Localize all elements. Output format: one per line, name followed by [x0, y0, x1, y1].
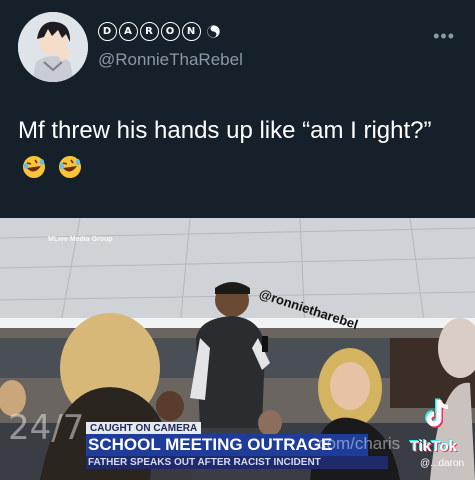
- tweet-card: D A R O N @RonnieThaRebel ••• Mf threw h…: [0, 0, 475, 218]
- display-name-letters: D A R O N: [98, 22, 201, 41]
- video-frame[interactable]: MLive Media Group @ronnietharebel 24/7 C…: [0, 218, 475, 480]
- display-name[interactable]: D A R O N: [98, 22, 220, 41]
- tweet-text: Mf threw his hands up like “am I right?”: [18, 112, 458, 188]
- more-icon[interactable]: •••: [433, 26, 455, 47]
- avatar[interactable]: [18, 12, 88, 82]
- laughing-emoji-icon: [23, 156, 45, 178]
- user-handle[interactable]: @RonnieThaRebel: [98, 50, 243, 70]
- tiktok-logo-icon: [425, 398, 449, 428]
- tweet-body: Mf threw his hands up like “am I right?”: [18, 117, 432, 144]
- laughing-emoji-icon: [58, 156, 81, 178]
- channel-overlay-text: 24/7: [8, 408, 85, 448]
- name-letter: R: [140, 22, 159, 41]
- url-watermark: com/charis: [318, 434, 401, 453]
- news-subheadline: FATHER SPEAKS OUT AFTER RACIST INCIDENT: [86, 456, 388, 469]
- name-letter: N: [182, 22, 201, 41]
- source-label: MLive Media Group: [48, 236, 113, 243]
- name-letter: D: [98, 22, 117, 41]
- tiktok-label: TikTok: [410, 438, 457, 455]
- name-letter: A: [119, 22, 138, 41]
- tiktok-username: @...daron: [420, 458, 465, 469]
- yin-yang-icon: [207, 25, 220, 38]
- name-letter: O: [161, 22, 180, 41]
- avatar-image: [18, 12, 88, 82]
